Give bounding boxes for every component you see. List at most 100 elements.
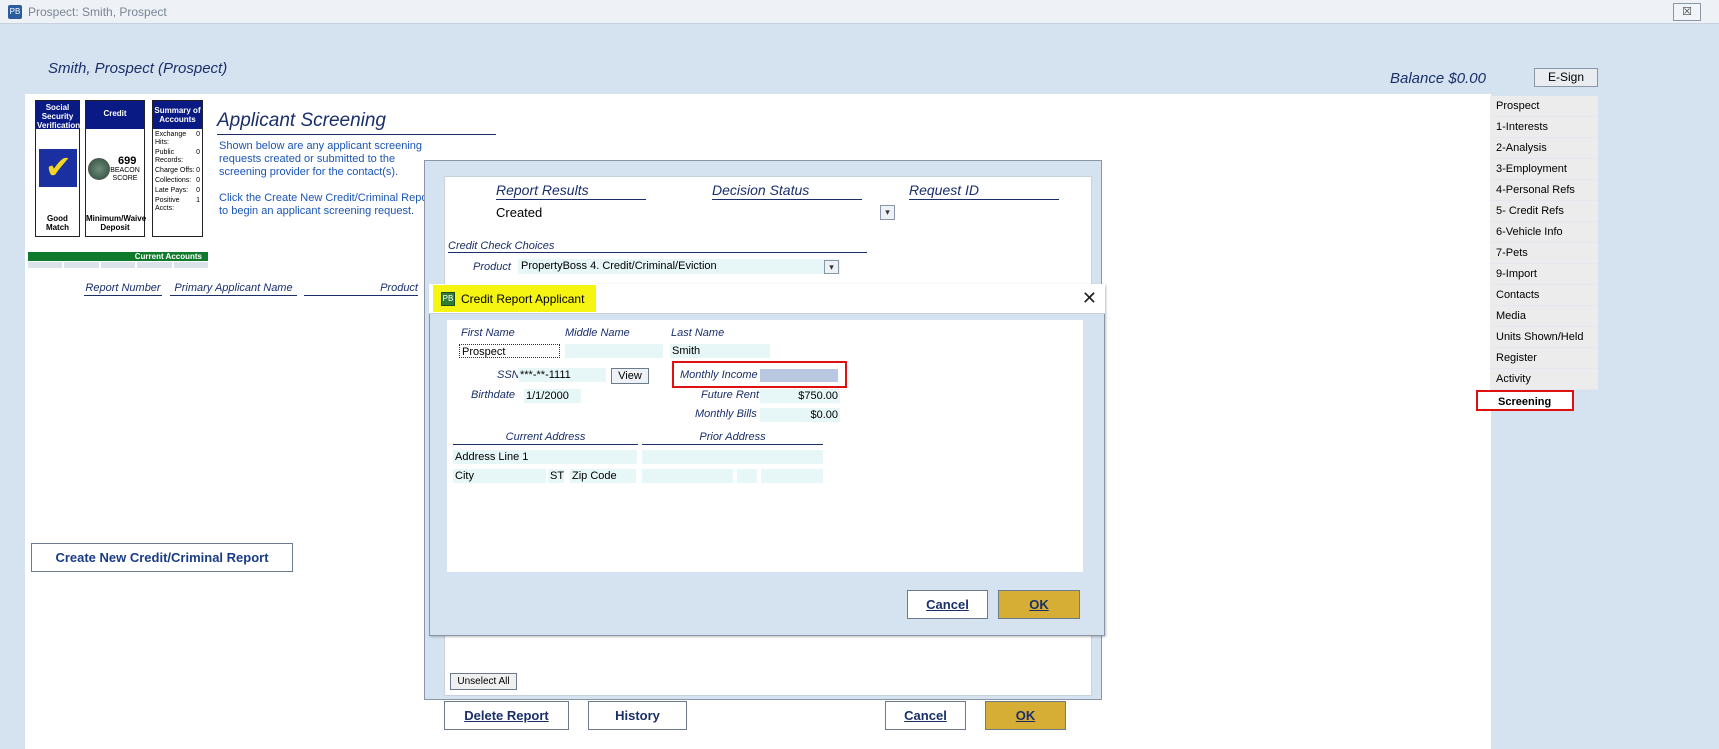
report-ok-button[interactable]: OK (985, 701, 1066, 730)
product-label: Product (473, 261, 511, 273)
side-nav-item-4-personal-refs[interactable]: 4-Personal Refs (1490, 180, 1598, 201)
window-title: Prospect: Smith, Prospect (28, 5, 167, 19)
ssv-card[interactable]: Social Security Verification ✔ Good Matc… (35, 100, 80, 237)
request-id-header: Request ID (909, 182, 1059, 200)
side-nav-item-6-vehicle-info[interactable]: 6-Vehicle Info (1490, 222, 1598, 243)
product-dropdown-chevron-icon[interactable]: ▾ (824, 260, 839, 274)
last-name-label: Last Name (671, 327, 725, 339)
prior-address-header: Prior Address (642, 431, 823, 445)
report-status-value: Created (496, 205, 543, 220)
screening-description-1: Shown below are any applicant screening … (219, 140, 423, 178)
ssn-label: SSN (497, 369, 520, 381)
current-address-line1[interactable]: Address Line 1 (453, 450, 637, 464)
beacon-score-label: BEACON SCORE (110, 167, 140, 182)
accounts-summary-card[interactable]: Summary of Accounts Exchange Hits: 0 Publi… (152, 100, 203, 237)
ssn-view-button[interactable]: View (611, 368, 649, 384)
accounts-summary-row: Exchange Hits: 0 (155, 131, 200, 147)
last-name-field[interactable]: Smith (670, 344, 770, 358)
decision-status-header: Decision Status (712, 182, 862, 200)
monthly-bills-label: Monthly Bills (695, 408, 757, 420)
prior-zip-field[interactable] (761, 469, 823, 483)
prior-city-field[interactable] (642, 469, 733, 483)
history-button[interactable]: History (588, 701, 687, 730)
accounts-summary-row-label: Exchange Hits: (155, 131, 187, 146)
monthly-bills-field[interactable]: $0.00 (760, 408, 840, 422)
column-header-report-number[interactable]: Report Number (84, 282, 162, 296)
credit-check-choices-label: Credit Check Choices (448, 240, 867, 253)
middle-name-field[interactable] (565, 344, 663, 358)
side-nav-item-units-shown-held[interactable]: Units Shown/Held (1490, 327, 1598, 348)
prospect-name: Smith, Prospect (Prospect) (48, 60, 228, 77)
side-nav-item-5-credit-refs[interactable]: 5- Credit Refs (1490, 201, 1598, 222)
ssv-card-title: Social Security Verification (36, 101, 81, 130)
current-zip-field[interactable]: Zip Code (570, 469, 636, 483)
side-nav-item-1-interests[interactable]: 1-Interests (1490, 117, 1598, 138)
ssv-card-status: Good Match (45, 214, 70, 232)
birthdate-field[interactable]: 1/1/2000 (524, 389, 581, 403)
monthly-income-label: Monthly Income (680, 369, 758, 381)
beacon-score: 699 (118, 155, 137, 167)
side-nav-item-3-employment[interactable]: 3-Employment (1490, 159, 1598, 180)
esign-button[interactable]: E-Sign (1534, 68, 1598, 87)
side-nav-item-media[interactable]: Media (1490, 306, 1598, 327)
window-close-button[interactable]: ☒ (1673, 3, 1701, 21)
decision-status-dropdown[interactable]: ▾ (880, 205, 895, 220)
dialog-cancel-button[interactable]: Cancel (907, 590, 988, 619)
side-nav-item-contacts[interactable]: Contacts (1490, 285, 1598, 306)
app-icon: PB (8, 5, 22, 19)
future-rent-field[interactable]: $750.00 (760, 389, 840, 403)
credit-summary-title: Credit Summary (86, 101, 144, 140)
accounts-summary-row-value: 0 (196, 177, 200, 184)
accounts-summary-row-label: Collections: (155, 177, 192, 184)
dialog-close-icon[interactable]: ✕ (1082, 288, 1097, 309)
current-state-field[interactable]: ST (548, 469, 564, 483)
first-name-label: First Name (461, 327, 515, 339)
create-report-button[interactable]: Create New Credit/Criminal Report (31, 543, 293, 572)
dialog-ok-button[interactable]: OK (998, 590, 1080, 619)
side-nav: Prospect 1-Interests 2-Analysis 3-Employmen… (1476, 96, 1598, 411)
credit-summary-status: Minimum/Waive Deposit (86, 214, 147, 232)
side-nav-item-activity[interactable]: Activity (1490, 369, 1598, 390)
accounts-summary-row-label: Positive Accts: (155, 197, 180, 212)
accounts-summary-row: Positive Accts: 1 (155, 197, 200, 213)
birthdate-label: Birthdate (471, 389, 516, 401)
accounts-summary-row-label: Public Records: (155, 149, 184, 164)
accounts-summary-row-value: 1 (196, 197, 200, 204)
current-address-header: Current Address (453, 431, 638, 445)
window-titlebar: PB Prospect: Smith, Prospect ☒ (0, 0, 1719, 24)
accounts-summary-row-value: 0 (196, 167, 200, 174)
prior-address-line1[interactable] (642, 450, 823, 464)
product-select[interactable]: PropertyBoss 4. Credit/Criminal/Eviction (518, 259, 840, 274)
accounts-summary-list: Exchange Hits: 0 Public Records: 0 Charge Of… (153, 129, 202, 217)
current-city-field[interactable]: City (453, 469, 546, 483)
accounts-summary-row: Late Pays: 0 (155, 187, 200, 195)
prior-state-field[interactable] (737, 469, 757, 483)
dialog-app-icon: PB (441, 292, 455, 306)
screening-description-2: Click the Create New Credit/Criminal Rep… (219, 192, 435, 217)
accounts-summary-title: Summary of Accounts (153, 101, 202, 129)
side-nav-item-7-pets[interactable]: 7-Pets (1490, 243, 1598, 264)
current-accounts-bar: Current Accounts (28, 252, 209, 268)
accounts-summary-row-value: 0 (196, 131, 200, 138)
screening-description: Shown below are any applicant screening … (219, 140, 439, 218)
ssn-field[interactable]: ***-**-1111 (518, 368, 606, 382)
dialog-titlebar: PB Credit Report Applicant ✕ (429, 284, 1105, 314)
future-rent-label: Future Rent (701, 389, 760, 401)
side-nav-item-2-analysis[interactable]: 2-Analysis (1490, 138, 1598, 159)
side-nav-item-register[interactable]: Register (1490, 348, 1598, 369)
current-accounts-label: Current Accounts (28, 252, 208, 261)
delete-report-button[interactable]: Delete Report (444, 701, 569, 730)
first-name-field[interactable]: Prospect (459, 344, 560, 358)
column-header-product[interactable]: Product (304, 282, 418, 296)
dialog-title: Credit Report Applicant (461, 292, 585, 306)
credit-summary-card[interactable]: Credit Summary 699 BEACON SCORE Minimum/… (85, 100, 147, 237)
side-nav-item-prospect[interactable]: Prospect (1490, 96, 1598, 117)
side-nav-item-9-import[interactable]: 9-Import (1490, 264, 1598, 285)
unselect-all-button[interactable]: Unselect All (450, 673, 517, 690)
column-header-primary-applicant[interactable]: Primary Applicant Name (170, 282, 297, 296)
side-nav-item-screening[interactable]: Screening (1476, 390, 1574, 411)
monthly-income-field[interactable] (760, 369, 838, 382)
report-cancel-button[interactable]: Cancel (885, 701, 966, 730)
report-results-header: Report Results (496, 182, 646, 200)
accounts-summary-row-label: Charge Offs: (155, 167, 195, 174)
